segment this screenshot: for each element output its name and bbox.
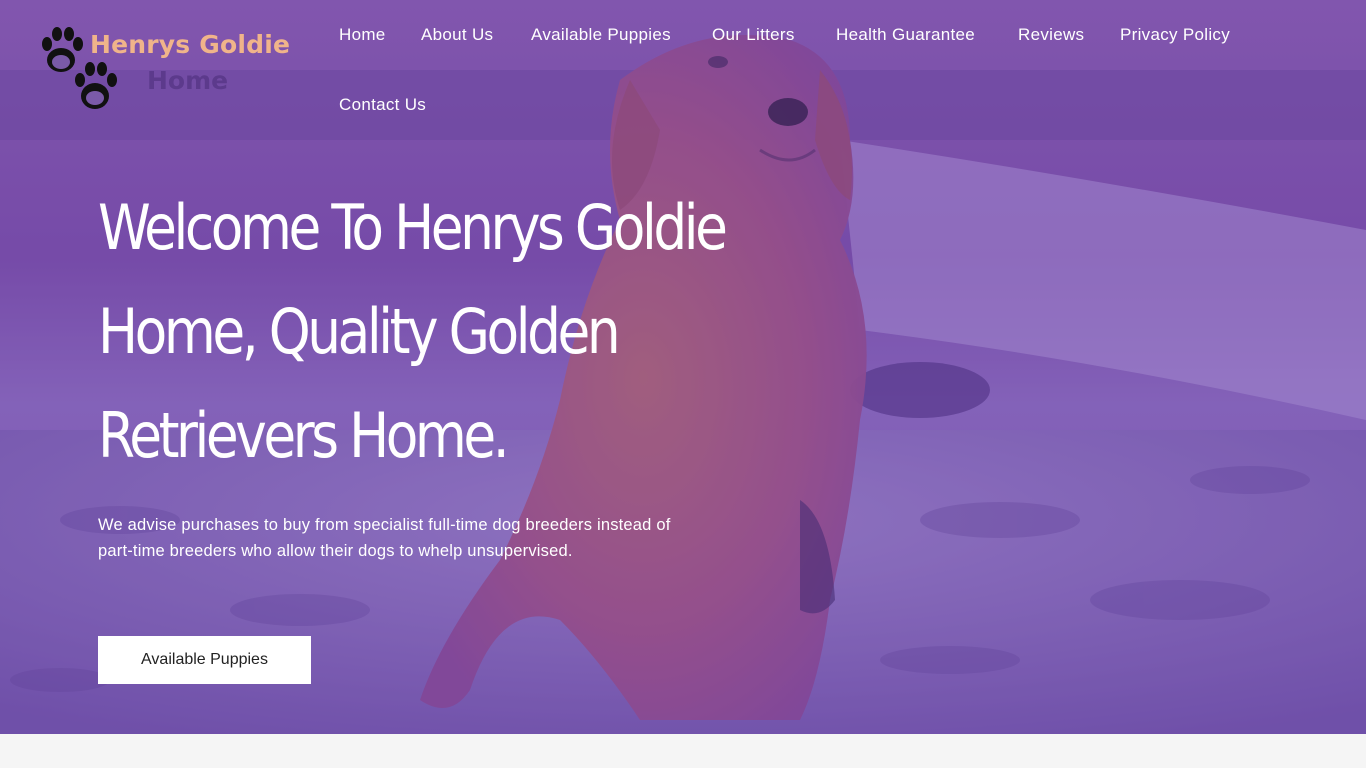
hero-section: Henrys Goldie Home Home About Us Availab… [0, 0, 1366, 734]
site-logo[interactable]: Henrys Goldie Home [38, 26, 291, 116]
nav-item-health-guarantee[interactable]: Health Guarantee [836, 25, 975, 45]
nav-item-our-litters[interactable]: Our Litters [712, 25, 795, 45]
nav-item-privacy-policy[interactable]: Privacy Policy [1120, 25, 1230, 45]
logo-text-line1: Henrys Goldie [90, 30, 291, 59]
below-hero-strip [0, 734, 1366, 768]
available-puppies-button[interactable]: Available Puppies [98, 636, 311, 684]
nav-item-reviews[interactable]: Reviews [1018, 25, 1084, 45]
nav-item-contact-us[interactable]: Contact Us [339, 95, 426, 115]
nav-item-home[interactable]: Home [339, 25, 386, 45]
logo-text-line2: Home [147, 66, 229, 95]
hero-subtext: We advise purchases to buy from speciali… [98, 516, 671, 560]
nav-item-available-puppies[interactable]: Available Puppies [531, 25, 671, 45]
main-navigation: Home About Us Available Puppies Our Litt… [322, 0, 1352, 140]
nav-item-about-us[interactable]: About Us [421, 25, 493, 45]
hero-headline: Welcome To Henrys Goldie Home, Quality G… [98, 191, 728, 472]
